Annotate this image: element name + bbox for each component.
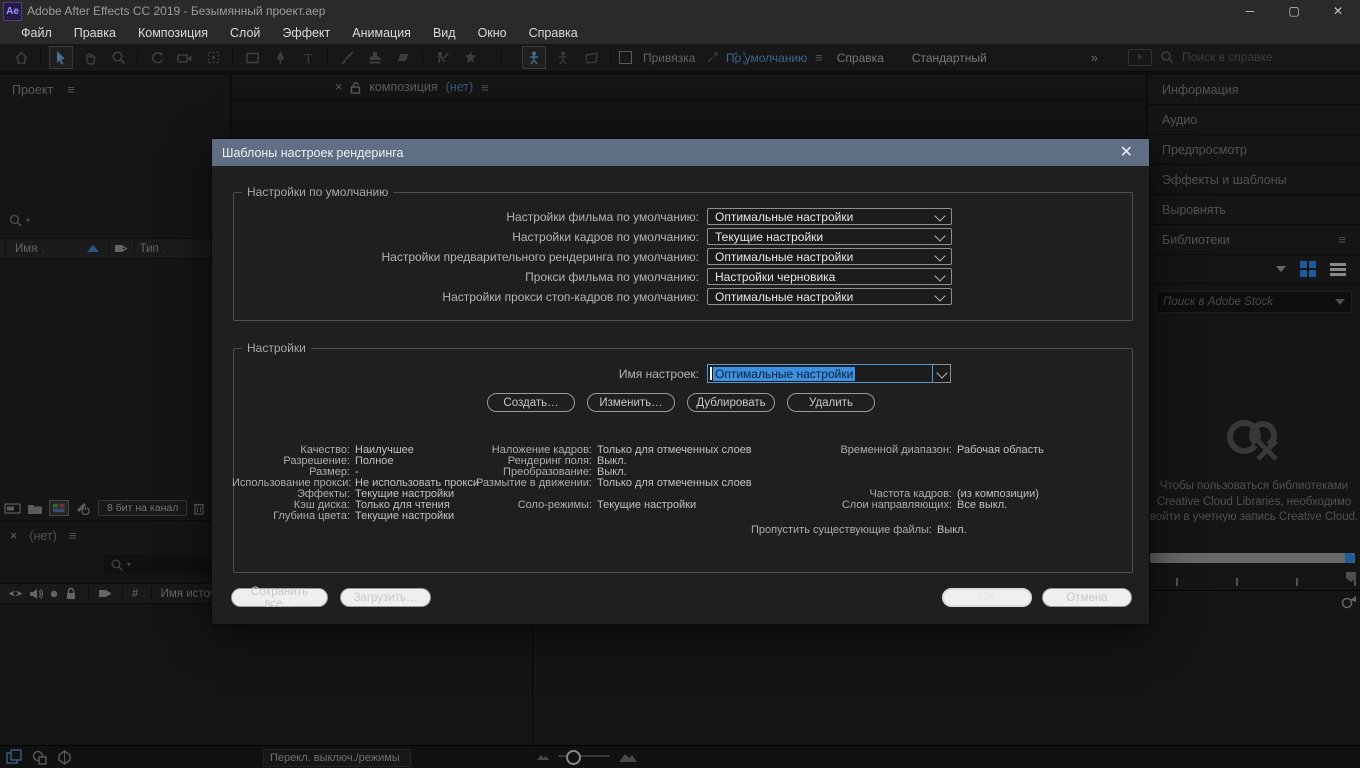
summary-key: Пропустить существующие файлы: [751,524,937,536]
settings-name-input[interactable]: Оптимальные настройки [707,364,933,383]
summary-key [824,467,957,478]
ok-button[interactable]: OK [942,588,1032,607]
summary-value: Текущие настройки [355,511,454,522]
dialog-title: Шаблоны настроек рендеринга [222,146,404,160]
movie-default-select[interactable]: Оптимальные настройки [707,208,952,225]
menu-help[interactable]: Справка [518,22,589,44]
summary-column-3: Временной диапазон:Рабочая область Часто… [824,445,1044,511]
prerender-default-select[interactable]: Оптимальные настройки [707,248,952,265]
summary-key: Размытие в движении: [464,478,597,489]
chevron-down-icon [934,290,945,301]
after-effects-window: Ae Adobe After Effects CC 2019 - Безымян… [0,0,1360,768]
frame-default-label: Настройки кадров по умолчанию: [234,230,707,244]
delete-button[interactable]: Удалить [787,393,875,412]
settings-name-value: Оптимальные настройки [713,367,855,381]
summary-key [824,456,957,467]
defaults-group-legend: Настройки по умолчанию [242,185,393,199]
chevron-down-icon [934,230,945,241]
settings-name-dropdown[interactable] [933,364,951,383]
movie-proxy-default-label: Прокси фильма по умолчанию: [234,270,707,284]
menu-animation[interactable]: Анимация [341,22,422,44]
movie-proxy-default-value: Настройки черновика [715,270,835,284]
summary-key: Соло-режимы: [464,500,597,511]
summary-value: Выкл. [937,524,967,536]
create-button[interactable]: Создать… [487,393,575,412]
render-settings-templates-dialog: Шаблоны настроек рендеринга ✕ Настройки … [211,138,1150,625]
settings-name-label: Имя настроек: [234,367,707,381]
ae-app-icon: Ae [3,2,22,21]
edit-button[interactable]: Изменить… [587,393,675,412]
still-proxy-default-select[interactable]: Оптимальные настройки [707,288,952,305]
close-button[interactable]: ✕ [1316,0,1360,22]
dialog-titlebar[interactable]: Шаблоны настроек рендеринга ✕ [212,139,1149,166]
summary-key: Глубина цвета: [232,511,355,522]
skip-existing-files-line: Пропустить существующие файлы:Выкл. [751,524,967,536]
window-controls: ─ ▢ ✕ [1228,0,1360,22]
summary-key: Временной диапазон: [824,445,957,456]
still-proxy-default-value: Оптимальные настройки [715,290,853,304]
summary-value: Рабочая область [957,445,1044,456]
minimize-button[interactable]: ─ [1228,0,1272,22]
movie-default-label: Настройки фильма по умолчанию: [234,210,707,224]
chevron-down-icon [936,367,947,378]
menu-layer[interactable]: Слой [219,22,271,44]
summary-column-2: Наложение кадров:Только для отмеченных с… [464,445,752,511]
chevron-down-icon [934,270,945,281]
menu-effect[interactable]: Эффект [271,22,341,44]
summary-column-1: Качество:Наилучшее Разрешение:Полное Раз… [232,445,479,522]
window-title: Adobe After Effects CC 2019 - Безымянный… [27,4,325,18]
summary-key: Слои направляющих: [824,500,957,511]
menu-file[interactable]: Файл [10,22,63,44]
menu-view[interactable]: Вид [422,22,467,44]
chevron-down-icon [934,210,945,221]
menu-bar: Файл Правка Композиция Слой Эффект Анима… [0,22,1360,44]
prerender-default-label: Настройки предварительного рендеринга по… [234,250,707,264]
os-titlebar: Ae Adobe After Effects CC 2019 - Безымян… [0,0,1360,22]
menu-composition[interactable]: Композиция [127,22,219,44]
prerender-default-value: Оптимальные настройки [715,250,853,264]
summary-value: Текущие настройки [597,500,696,511]
summary-value: Все выкл. [957,500,1007,511]
maximize-button[interactable]: ▢ [1272,0,1316,22]
frame-default-value: Текущие настройки [715,230,823,244]
dialog-close-icon[interactable]: ✕ [1114,145,1139,161]
cancel-button[interactable]: Отмена [1042,588,1132,607]
summary-value: Только для отмеченных слоев [597,478,752,489]
movie-default-value: Оптимальные настройки [715,210,853,224]
menu-window[interactable]: Окно [467,22,518,44]
chevron-down-icon [934,250,945,261]
duplicate-button[interactable]: Дублировать [687,393,775,412]
summary-value: Полное [355,456,394,467]
movie-proxy-default-select[interactable]: Настройки черновика [707,268,952,285]
menu-edit[interactable]: Правка [63,22,127,44]
frame-default-select[interactable]: Текущие настройки [707,228,952,245]
defaults-group: Настройки по умолчанию Настройки фильма … [233,192,1133,321]
load-button[interactable]: Загрузить… [340,588,431,607]
settings-group-legend: Настройки [242,341,311,355]
still-proxy-default-label: Настройки прокси стоп-кадров по умолчани… [234,290,707,304]
text-caret [710,367,712,380]
save-all-button[interactable]: Сохранить все… [231,588,328,607]
